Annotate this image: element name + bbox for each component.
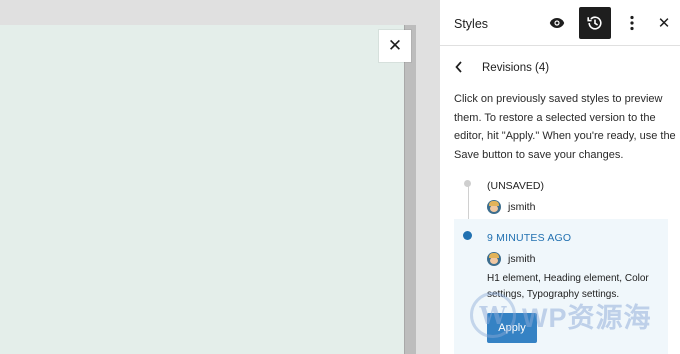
revisions-description: Click on previously saved styles to prev…	[454, 93, 676, 161]
history-icon	[587, 16, 602, 30]
sidebar-header: Styles ✕	[440, 0, 680, 46]
avatar	[487, 252, 501, 266]
more-vertical-icon	[630, 15, 634, 31]
revisions-button[interactable]	[579, 7, 611, 39]
canvas-close-button[interactable]: ✕	[379, 30, 411, 62]
revisions-title: Revisions (4)	[482, 62, 550, 74]
revision-changes: H1 element, Heading element, Color setti…	[487, 273, 649, 300]
close-icon: ✕	[387, 36, 403, 55]
canvas-scrollbar[interactable]	[404, 25, 416, 354]
sidebar-title: Styles	[454, 17, 489, 31]
author-name: jsmith	[508, 201, 536, 213]
revision-author: jsmith	[487, 252, 535, 266]
style-book-button[interactable]	[542, 8, 572, 38]
more-options-button[interactable]	[617, 8, 647, 38]
back-button[interactable]	[454, 60, 474, 76]
eye-icon	[549, 18, 565, 28]
revision-author: jsmith	[487, 200, 535, 214]
author-name: jsmith	[508, 253, 536, 265]
revision-label: (UNSAVED)	[487, 180, 544, 192]
chevron-left-icon	[455, 61, 462, 73]
timeline-dot	[464, 180, 471, 187]
editor-area: ✕	[0, 0, 439, 354]
timeline-dot-selected	[463, 231, 472, 240]
apply-button[interactable]: Apply	[487, 313, 537, 343]
avatar	[487, 200, 501, 214]
close-sidebar-button[interactable]: ✕	[649, 8, 679, 38]
revision-9-minutes-ago[interactable]: 9 MINUTES AGO jsmith H1 element, Heading…	[439, 219, 680, 354]
editor-canvas[interactable]	[0, 25, 404, 354]
revision-label: 9 MINUTES AGO	[487, 232, 572, 244]
revision-unsaved[interactable]: (UNSAVED) jsmith	[439, 170, 680, 216]
close-icon: ✕	[657, 15, 671, 32]
revisions-nav: Revisions (4)	[454, 58, 549, 78]
